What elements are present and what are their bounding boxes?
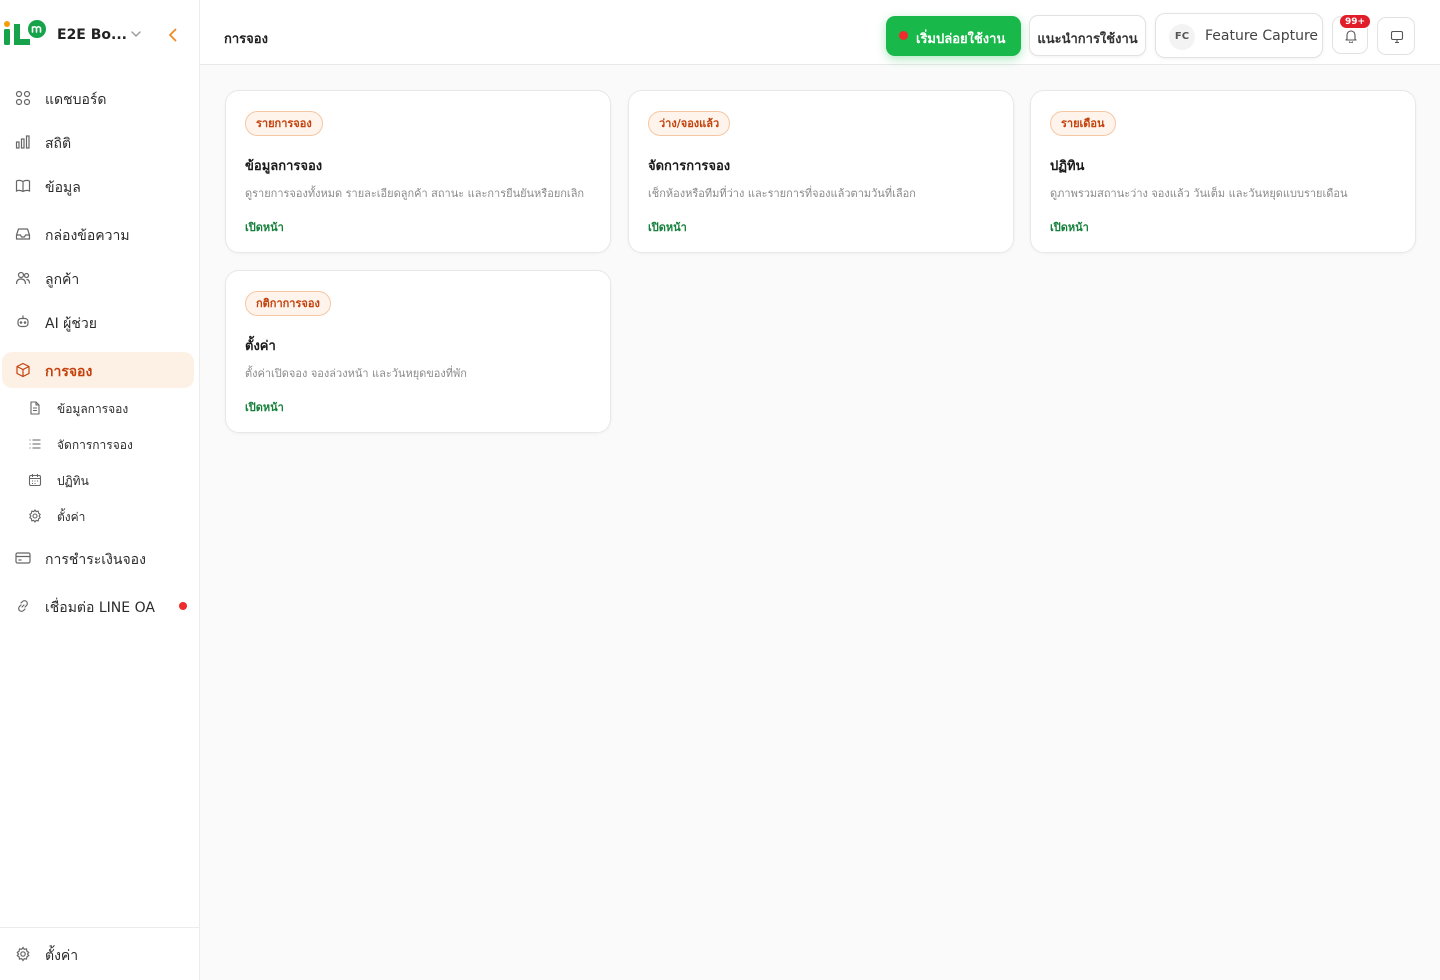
card-tag: รายเดือน (1050, 111, 1116, 136)
card-title: ปฏิทิน (1050, 159, 1085, 174)
link-icon (18, 600, 28, 612)
card-settings: กติกาการจอง ตั้งค่า ตั้งค่าเปิดจอง จองล่… (225, 270, 611, 433)
collapse-sidebar-icon[interactable] (164, 26, 182, 44)
sidebar-item-label: ข้อมูล (45, 180, 81, 196)
list-icon (29, 439, 41, 449)
sidebar-item-label: AI ผู้ช่วย (45, 316, 97, 332)
card-open-link[interactable]: เปิดหน้า (1050, 218, 1089, 236)
card-description: เช็กห้องหรือทีมที่ว่าง และรายการที่จองแล… (648, 187, 916, 200)
sidebar-item-label: แดชบอร์ด (45, 92, 107, 108)
bar-chart-icon (15, 135, 30, 149)
sidebar-item-line-oa[interactable]: เชื่อมต่อ LINE OA (0, 588, 196, 624)
gear-icon (29, 509, 41, 523)
card-tag: กติกาการจอง (245, 291, 331, 316)
card-open-link[interactable]: เปิดหน้า (648, 218, 687, 236)
sidebar-item-label: ลูกค้า (45, 272, 80, 288)
display-button[interactable] (1377, 17, 1415, 55)
start-launch-label: เริ่มปล่อยใช้งาน (916, 32, 1006, 47)
card-title: ตั้งค่า (245, 339, 276, 354)
sidebar-item-stats[interactable]: สถิติ (0, 124, 196, 160)
card-booking-info: รายการจอง ข้อมูลการจอง ดูรายการจองทั้งหม… (225, 90, 611, 253)
card-description: ดูภาพรวมสถานะว่าง จองแล้ว วันเต็ม และวัน… (1050, 187, 1348, 200)
card-open-link[interactable]: เปิดหน้า (245, 398, 284, 416)
card-description: ดูรายการจองทั้งหมด รายละเอียดลูกค้า สถาน… (245, 187, 585, 200)
guide-label: แนะนำการใช้งาน (1037, 32, 1138, 47)
guide-button[interactable]: แนะนำการใช้งาน (1029, 15, 1146, 56)
user-name: Feature Capture (1205, 28, 1319, 44)
card-description: ตั้งค่าเปิดจอง จองล่วงหน้า และวันหยุดของ… (245, 367, 467, 380)
box-icon (16, 362, 30, 378)
document-icon (30, 401, 40, 415)
sidebar-item-booking[interactable]: การจอง (2, 352, 194, 388)
workspace-name[interactable]: E2E Bo... (57, 27, 127, 43)
bot-icon (17, 315, 29, 328)
credit-card-icon (15, 552, 31, 564)
users-icon (15, 271, 31, 285)
monitor-icon (1390, 30, 1404, 44)
sidebar-subitem-calendar[interactable]: ปฏิทิน (0, 465, 196, 495)
app-logo (4, 20, 46, 45)
top-bar: การจอง เริ่มปล่อยใช้งาน แนะนำการใช้งาน F… (200, 0, 1440, 65)
card-tag: ว่าง/จองแล้ว (648, 111, 731, 136)
sidebar-item-inbox[interactable]: กล่องข้อความ (0, 216, 196, 252)
sidebar-subitem-label: ข้อมูลการจอง (57, 402, 129, 416)
sidebar-item-data[interactable]: ข้อมูล (0, 168, 196, 204)
inbox-icon (15, 228, 31, 240)
sidebar-subitem-manage-booking[interactable]: จัดการการจอง (0, 429, 196, 459)
card-open-link[interactable]: เปิดหน้า (245, 218, 284, 236)
sidebar-subitem-settings[interactable]: ตั้งค่า (0, 501, 196, 531)
sidebar-subitem-booking-info[interactable]: ข้อมูลการจอง (0, 393, 196, 423)
user-menu-button[interactable]: FC Feature Capture (1155, 13, 1323, 58)
card-manage-booking: ว่าง/จองแล้ว จัดการการจอง เช็กห้องหรือที… (628, 90, 1014, 253)
sidebar-item-label: การชำระเงินจอง (45, 552, 146, 568)
sidebar-item-label: ตั้งค่า (45, 948, 79, 964)
sidebar-subitem-label: จัดการการจอง (57, 438, 133, 452)
gear-icon (16, 946, 30, 962)
brand-header: E2E Bo... (0, 0, 200, 72)
line-oa-alert-dot (179, 602, 187, 610)
card-title: ข้อมูลการจอง (245, 159, 323, 174)
sidebar-subitem-label: ตั้งค่า (57, 510, 86, 524)
sidebar-subitem-label: ปฏิทิน (57, 474, 89, 488)
grid-icon (15, 90, 31, 106)
sidebar-item-label: สถิติ (45, 136, 72, 152)
card-title: จัดการการจอง (648, 159, 731, 174)
avatar: FC (1169, 24, 1195, 50)
card-calendar: รายเดือน ปฏิทิน ดูภาพรวมสถานะว่าง จองแล้… (1030, 90, 1416, 253)
sidebar-item-customers[interactable]: ลูกค้า (0, 260, 196, 296)
status-dot (899, 31, 908, 40)
chevron-down-icon[interactable] (129, 27, 143, 41)
start-launch-button[interactable]: เริ่มปล่อยใช้งาน (886, 16, 1021, 56)
notification-count-badge: 99+ (1339, 14, 1372, 29)
sidebar-item-label: กล่องข้อความ (45, 228, 130, 244)
sidebar-item-label: การจอง (45, 364, 93, 380)
sidebar-item-settings[interactable]: ตั้งค่า (0, 936, 196, 972)
calendar-icon (28, 474, 42, 487)
bell-icon (1345, 30, 1357, 43)
book-icon (15, 179, 31, 193)
sidebar-item-booking-payment[interactable]: การชำระเงินจอง (0, 540, 196, 576)
sidebar: E2E Bo... แดชบอร์ด สถิติ ข้อมูล กล่องข้อ… (0, 0, 200, 980)
sidebar-item-ai-assistant[interactable]: AI ผู้ช่วย (0, 304, 196, 340)
sidebar-item-dashboard[interactable]: แดชบอร์ด (0, 80, 196, 116)
sidebar-divider (0, 927, 199, 928)
page-title: การจอง (224, 32, 268, 47)
sidebar-item-label: เชื่อมต่อ LINE OA (45, 600, 155, 616)
card-tag: รายการจอง (245, 111, 323, 136)
